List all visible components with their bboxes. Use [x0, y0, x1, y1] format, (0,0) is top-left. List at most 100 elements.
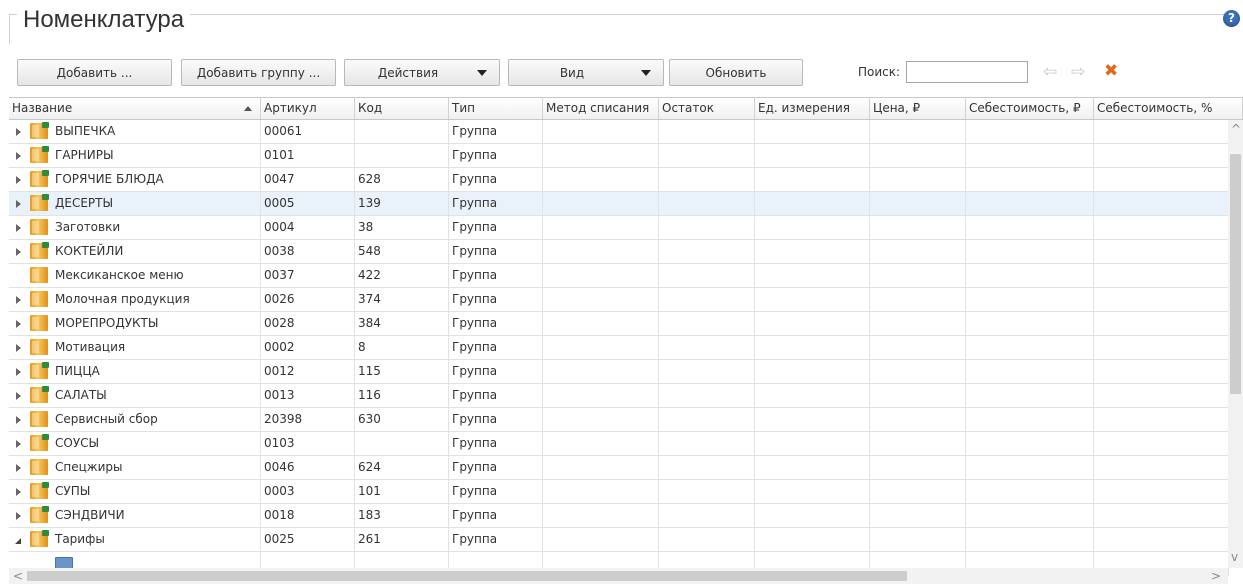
column-header-balance[interactable]: Остаток: [659, 98, 755, 119]
price-cell: [870, 480, 966, 503]
horizontal-scrollbar[interactable]: < >: [9, 568, 1228, 584]
table-row[interactable]: ГОРЯЧИЕ БЛЮДА 0047 628 Группа: [9, 168, 1229, 192]
type-cell: Группа: [449, 312, 543, 335]
expand-arrow-icon[interactable]: [16, 248, 21, 256]
help-icon[interactable]: ?: [1223, 10, 1240, 27]
table-row[interactable]: САЛАТЫ 0013 116 Группа: [9, 384, 1229, 408]
unit-cell: [755, 288, 870, 311]
column-header-type[interactable]: Тип: [449, 98, 543, 119]
cost-percent-cell: [1094, 216, 1229, 239]
collapse-arrow-icon[interactable]: [15, 538, 21, 544]
column-header-article[interactable]: Артикул: [261, 98, 355, 119]
add-group-button[interactable]: Добавить группу ...: [181, 59, 336, 86]
actions-dropdown[interactable]: Действия: [344, 59, 500, 86]
forward-arrow-icon[interactable]: ⇨: [1071, 63, 1085, 81]
table-row[interactable]: Спецжиры 0046 624 Группа: [9, 456, 1229, 480]
scroll-left-icon[interactable]: <: [13, 569, 23, 583]
unit-cell: [755, 480, 870, 503]
unit-cell: [755, 456, 870, 479]
search-input[interactable]: [906, 61, 1028, 83]
expand-arrow-icon[interactable]: [16, 464, 21, 472]
balance-cell: [659, 312, 755, 335]
unit-cell: [755, 312, 870, 335]
article-cell: 0026: [261, 288, 355, 311]
cost-rub-cell: [966, 192, 1094, 215]
table-row[interactable]: ДЕСЕРТЫ 0005 139 Группа: [9, 192, 1229, 216]
table-row[interactable]: СОУСЫ 0103 Группа: [9, 432, 1229, 456]
expand-arrow-icon[interactable]: [16, 200, 21, 208]
table-row[interactable]: Молочная продукция 0026 374 Группа: [9, 288, 1229, 312]
expand-arrow-icon[interactable]: [16, 488, 21, 496]
scroll-right-icon[interactable]: >: [1211, 569, 1221, 583]
cost-rub-cell: [966, 312, 1094, 335]
expand-arrow-icon[interactable]: [16, 224, 21, 232]
table-row[interactable]: ГАРНИРЫ 0101 Группа: [9, 144, 1229, 168]
table-row[interactable]: Мексиканское меню 0037 422 Группа: [9, 264, 1229, 288]
refresh-button[interactable]: Обновить: [669, 59, 803, 86]
back-arrow-icon[interactable]: ⇦: [1043, 63, 1057, 81]
expand-arrow-icon[interactable]: [16, 320, 21, 328]
cost-rub-cell: [966, 336, 1094, 359]
code-cell: 116: [355, 384, 449, 407]
price-cell: [870, 240, 966, 263]
table-row[interactable]: МОРЕПРОДУКТЫ 0028 384 Группа: [9, 312, 1229, 336]
view-dropdown-label: Вид: [559, 65, 585, 80]
table-row[interactable]: Тарифы 0025 261 Группа: [9, 528, 1229, 552]
expand-arrow-icon[interactable]: [16, 344, 21, 352]
folder-icon: [30, 362, 49, 379]
cost-percent-cell: [1094, 456, 1229, 479]
horizontal-scroll-thumb[interactable]: [27, 571, 907, 581]
price-cell: [870, 432, 966, 455]
balance-cell: [659, 144, 755, 167]
table-row[interactable]: Мотивация 0002 8 Группа: [9, 336, 1229, 360]
cost-percent-cell: [1094, 264, 1229, 287]
expand-arrow-icon[interactable]: [16, 416, 21, 424]
type-cell: Группа: [449, 144, 543, 167]
expand-arrow-icon[interactable]: [16, 152, 21, 160]
code-cell: 384: [355, 312, 449, 335]
cost-rub-cell: [966, 432, 1094, 455]
article-cell: 0028: [261, 312, 355, 335]
add-button[interactable]: Добавить ...: [17, 59, 172, 86]
article-cell: 20398: [261, 408, 355, 431]
type-cell: Группа: [449, 288, 543, 311]
folder-icon: [30, 459, 48, 475]
table-row[interactable]: Сервисный сбор 20398 630 Группа: [9, 408, 1229, 432]
view-dropdown[interactable]: Вид: [508, 59, 664, 86]
expand-arrow-icon[interactable]: [16, 128, 21, 136]
vertical-scroll-thumb[interactable]: [1230, 154, 1241, 394]
expand-arrow-icon[interactable]: [16, 368, 21, 376]
name-cell: САЛАТЫ: [9, 384, 261, 407]
code-cell: 8: [355, 336, 449, 359]
clear-search-icon[interactable]: ✖: [1104, 62, 1118, 80]
scroll-down-icon[interactable]: v: [1231, 550, 1238, 564]
type-cell: Группа: [449, 504, 543, 527]
column-header-unit[interactable]: Ед. измерения: [755, 98, 870, 119]
column-header-cost-rub[interactable]: Себестоимость, ₽: [966, 98, 1094, 119]
expand-arrow-icon[interactable]: [16, 296, 21, 304]
expand-arrow-icon[interactable]: [16, 392, 21, 400]
table-row[interactable]: ВЫПЕЧКА 00061 Группа: [9, 120, 1229, 144]
writeoff-cell: [543, 168, 659, 191]
sort-ascending-icon: [244, 106, 252, 111]
type-cell: Группа: [449, 432, 543, 455]
column-header-code[interactable]: Код: [355, 98, 449, 119]
column-header-writeoff-method[interactable]: Метод списания: [543, 98, 659, 119]
column-header-price[interactable]: Цена, ₽: [870, 98, 966, 119]
column-header-cost-percent[interactable]: Себестоимость, %: [1094, 98, 1243, 119]
column-header-name[interactable]: Название: [9, 98, 261, 119]
table-row[interactable]: СУПЫ 0003 101 Группа: [9, 480, 1229, 504]
expand-arrow-icon[interactable]: [16, 512, 21, 520]
expand-arrow-icon[interactable]: [16, 176, 21, 184]
cost-rub-cell: [966, 144, 1094, 167]
vertical-scrollbar[interactable]: ^ v: [1228, 120, 1243, 568]
table-row[interactable]: Заготовки 0004 38 Группа: [9, 216, 1229, 240]
title-frame-line: [9, 14, 1227, 15]
cost-percent-cell: [1094, 240, 1229, 263]
scroll-up-icon[interactable]: ^: [1231, 122, 1241, 136]
table-row[interactable]: СЭНДВИЧИ 0018 183 Группа: [9, 504, 1229, 528]
expand-arrow-icon[interactable]: [16, 440, 21, 448]
table-row[interactable]: ПИЦЦА 0012 115 Группа: [9, 360, 1229, 384]
cost-percent-cell: [1094, 432, 1229, 455]
table-row[interactable]: КОКТЕЙЛИ 0038 548 Группа: [9, 240, 1229, 264]
